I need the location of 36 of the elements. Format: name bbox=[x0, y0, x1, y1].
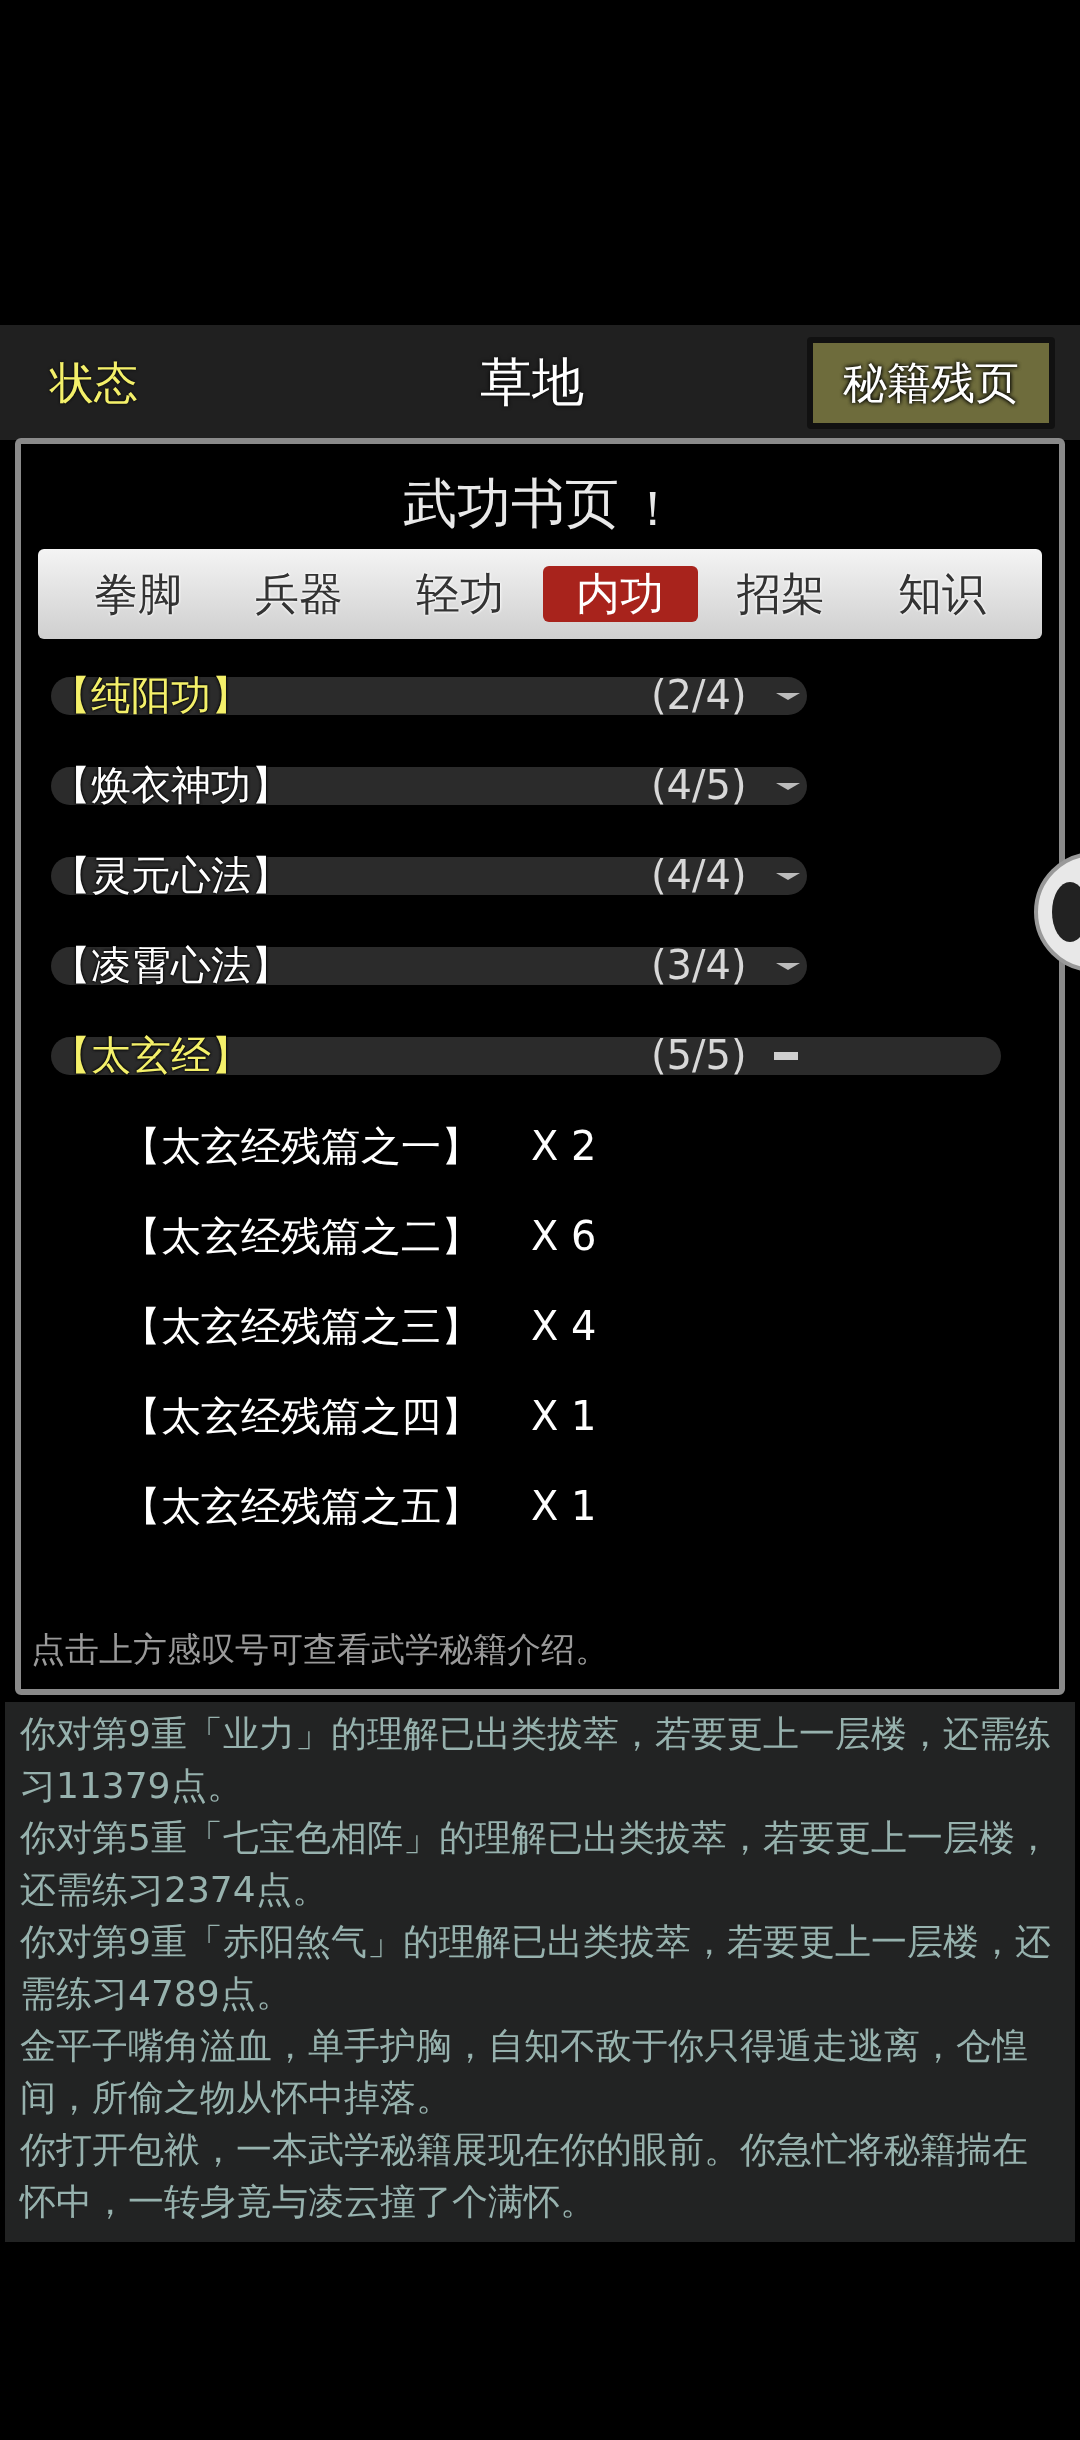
location-title: 草地 bbox=[480, 351, 584, 414]
fragment-quantity: X 1 bbox=[531, 1482, 597, 1531]
category-tab[interactable]: 拳脚 bbox=[60, 566, 216, 622]
log-message: 金平子嘴角溢血，单手护胸，自知不敌于你只得遁走逃离，仓惶间，所偷之物从怀中掉落。 bbox=[20, 2024, 1029, 2120]
log-message: 你打开包袱，一本武学秘籍展现在你的眼前。你急忙将秘籍揣在怀中，一转身竟与凌云撞了个满怀。 bbox=[20, 2128, 1029, 2224]
fragment-name: 【太玄经残篇之二】 bbox=[121, 1212, 482, 1261]
info-exclamation[interactable]: ！ bbox=[629, 472, 677, 544]
category-tab[interactable]: 招架 bbox=[703, 566, 859, 622]
status-link[interactable]: 状态 bbox=[50, 349, 138, 416]
fragment-name: 【太玄经残篇之四】 bbox=[121, 1392, 482, 1441]
fragment-quantity: X 1 bbox=[531, 1392, 597, 1441]
fragment-quantity: X 4 bbox=[531, 1302, 597, 1351]
fragment-name: 【太玄经残篇之五】 bbox=[121, 1482, 482, 1531]
book-row[interactable]: 【太玄经】 (5/5) bbox=[51, 1037, 1001, 1075]
expand-icon[interactable] bbox=[776, 693, 800, 700]
fragment-quantity: X 6 bbox=[531, 1212, 597, 1261]
dialog-title: 武功书页 bbox=[403, 471, 619, 537]
category-tab[interactable]: 知识 bbox=[864, 566, 1020, 622]
fragment-name: 【太玄经残篇之一】 bbox=[121, 1122, 482, 1171]
log-message: 你对第5重「七宝色相阵」的理解已出类拔萃，若要更上一层楼，还需练习2374点。 bbox=[20, 1816, 1052, 1912]
log-message: 你对第9重「业力」的理解已出类拔萃，若要更上一层楼，还需练习11379点。 bbox=[20, 1712, 1052, 1808]
book-row[interactable]: 【焕衣神功】 (4/5) bbox=[51, 767, 807, 805]
fragments-button[interactable]: 秘籍残页 bbox=[807, 336, 1055, 429]
book-row[interactable]: 【纯阳功】 (2/4) bbox=[51, 677, 807, 715]
hint-text: 点击上方感叹号可查看武学秘籍介绍。 bbox=[31, 1629, 609, 1669]
fragment-quantity: X 2 bbox=[531, 1122, 597, 1171]
category-tab[interactable]: 轻功 bbox=[382, 566, 538, 622]
expand-icon[interactable] bbox=[776, 783, 800, 790]
category-tab[interactable]: 兵器 bbox=[221, 566, 377, 622]
fragment-name: 【太玄经残篇之三】 bbox=[121, 1302, 482, 1351]
book-row[interactable]: 【灵元心法】 (4/4) bbox=[51, 857, 807, 895]
log-message: 你对第9重「赤阳煞气」的理解已出类拔萃，若要更上一层楼，还需练习4789点。 bbox=[20, 1920, 1052, 2016]
expand-icon[interactable] bbox=[776, 963, 800, 970]
book-row[interactable]: 【凌霄心法】 (3/4) bbox=[51, 947, 807, 985]
expand-icon[interactable] bbox=[776, 873, 800, 880]
category-tab[interactable]: 内功 bbox=[542, 566, 698, 622]
